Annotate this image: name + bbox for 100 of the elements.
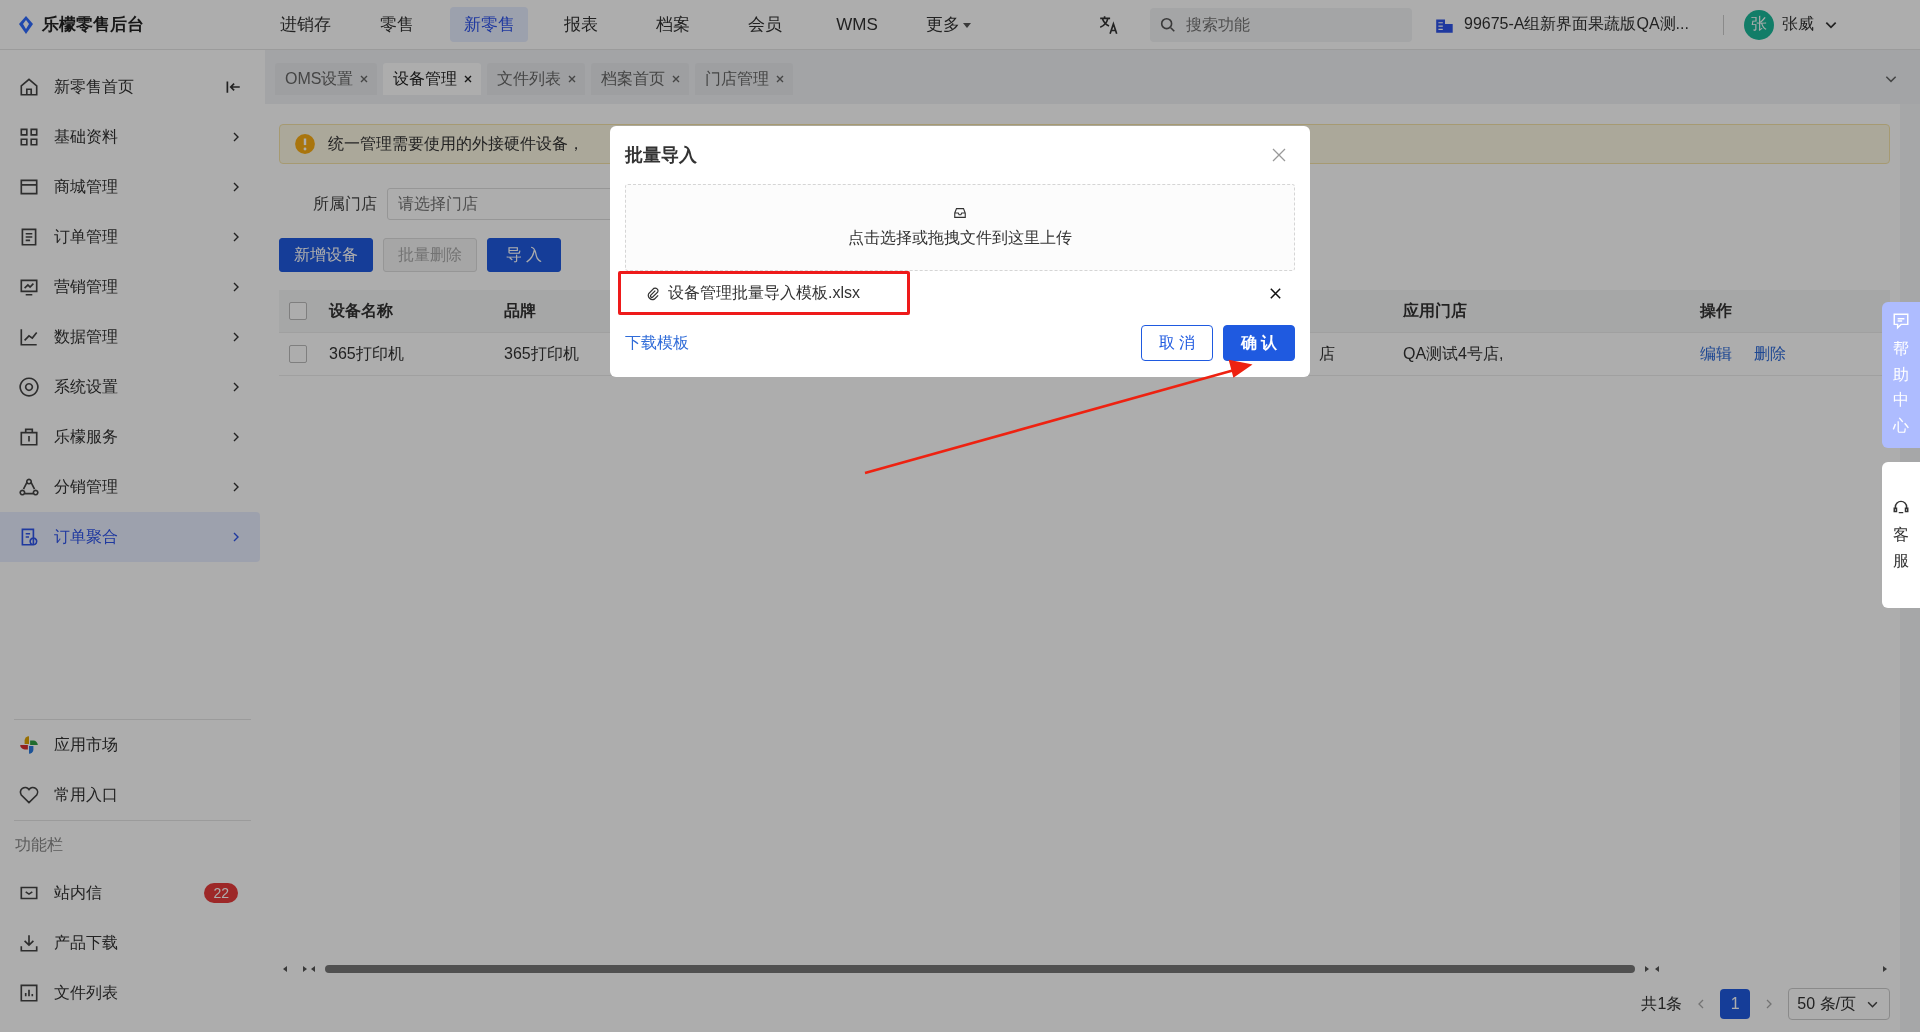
sidebar-item[interactable]: 新零售首页 <box>0 62 260 112</box>
house-icon <box>18 76 40 98</box>
table-cell: 店 <box>1319 344 1335 362</box>
grid-icon <box>18 126 40 148</box>
section-label: 功能栏 <box>14 835 64 855</box>
filter-label: 所属门店 <box>313 193 377 214</box>
sidebar-label: 数据管理 <box>54 326 119 347</box>
table-cell-text: QA测试4号店, <box>1402 343 1505 364</box>
dialog-title: 批量导入 <box>625 144 698 167</box>
logo-icon <box>16 14 36 35</box>
toolbar-button[interactable]: 新增设备 <box>279 238 373 272</box>
floating-tab[interactable]: 客服 <box>1882 462 1920 608</box>
sidebar-item[interactable]: 商城管理 <box>0 162 260 212</box>
store-name[interactable]: 99675-A组新界面果蔬版QA测... <box>1464 14 1689 35</box>
close-icon[interactable] <box>775 74 786 84</box>
sidebar-item[interactable]: 系统设置 <box>0 362 260 412</box>
sidebar-label: 分销管理 <box>54 476 119 497</box>
checkbox[interactable] <box>289 345 307 363</box>
bar-chart-icon <box>18 982 40 1004</box>
action-link[interactable]: 删除 <box>1754 343 1786 365</box>
sidebar-item[interactable]: 基础资料 <box>0 112 260 162</box>
page-number[interactable]: 1 <box>1720 989 1751 1019</box>
search-field[interactable]: 搜索功能 <box>1150 7 1412 42</box>
app-title: 乐檬零售后台 <box>42 14 144 36</box>
nav-item[interactable]: WMS <box>818 7 896 42</box>
sidebar-item[interactable]: 订单聚合 <box>0 512 260 562</box>
nav-item[interactable]: 进销存 <box>266 7 344 42</box>
tab-label: 门店管理 <box>705 68 770 89</box>
sidebar-item[interactable]: 文件列表 <box>0 968 260 1018</box>
dialog-button[interactable]: 取 消 <box>1141 325 1213 361</box>
total-count: 共1条 <box>1641 993 1683 1014</box>
sidebar-label: 订单聚合 <box>54 526 119 547</box>
page-tab[interactable]: 门店管理 <box>695 63 794 95</box>
nav-item[interactable]: 档案 <box>634 7 712 42</box>
floating-tab-label: 客服 <box>1893 525 1909 571</box>
action-link[interactable]: 编辑 <box>1700 343 1732 365</box>
nav-item[interactable]: 更多 <box>910 7 988 42</box>
settings-icon <box>18 376 40 398</box>
sidebar-label: 乐檬服务 <box>54 426 119 447</box>
collapse-icon[interactable] <box>224 78 242 96</box>
remove-icon[interactable] <box>1268 285 1283 301</box>
sidebar-label: 系统设置 <box>54 376 119 397</box>
close-icon[interactable] <box>567 74 578 84</box>
sidebar-item[interactable]: 订单管理 <box>0 212 260 262</box>
scrollbar-thumb[interactable] <box>325 965 1635 973</box>
tab-label: OMS设置 <box>285 68 354 89</box>
column-header: 操作 <box>1698 300 1733 321</box>
column-header: 应用门店 <box>1402 300 1468 321</box>
sidebar-label: 订单管理 <box>54 226 119 247</box>
checkbox[interactable] <box>289 302 307 320</box>
nav-item[interactable]: 会员 <box>726 7 804 42</box>
page-tab[interactable]: 档案首页 <box>591 63 690 95</box>
sidebar-item[interactable]: 乐檬服务 <box>0 412 260 462</box>
download-link[interactable]: 下载模板 <box>625 332 689 354</box>
floating-tab-label: 帮助中心 <box>1893 339 1909 436</box>
sidebar-item[interactable]: 营销管理 <box>0 262 260 312</box>
page-tab[interactable]: OMS设置 <box>275 63 378 95</box>
nav-item[interactable]: 零售 <box>358 7 436 42</box>
file-name: 设备管理批量导入模板.xlsx <box>668 282 860 303</box>
sidebar-item[interactable]: 数据管理 <box>0 312 260 362</box>
toolbar-button[interactable]: 导 入 <box>487 238 561 272</box>
translate-icon[interactable] <box>1098 13 1120 36</box>
sidebar-label: 站内信 <box>54 882 103 903</box>
pinwheel-icon <box>18 734 40 756</box>
chat-icon <box>1892 312 1910 330</box>
close-icon[interactable] <box>463 74 474 84</box>
nav-item[interactable]: 报表 <box>542 7 620 42</box>
tab-label: 档案首页 <box>601 68 666 89</box>
close-icon[interactable] <box>359 74 370 84</box>
page-tab[interactable]: 文件列表 <box>487 63 586 95</box>
page-tab[interactable]: 设备管理 <box>383 63 482 95</box>
close-icon[interactable] <box>671 74 682 84</box>
network-icon <box>18 476 40 498</box>
upload-area[interactable]: 点击选择或拖拽文件到这里上传 <box>625 184 1295 271</box>
sidebar-label: 应用市场 <box>54 734 119 755</box>
dialog-button[interactable]: 确 认 <box>1223 325 1295 361</box>
briefcase-icon <box>18 426 40 448</box>
sidebar-label: 文件列表 <box>54 982 119 1003</box>
sidebar-label: 商城管理 <box>54 176 119 197</box>
sidebar-item[interactable]: 产品下载 <box>0 918 260 968</box>
user-name[interactable]: 张威 <box>1781 14 1814 35</box>
tab-label: 文件列表 <box>497 68 562 89</box>
paperclip-icon <box>645 285 660 301</box>
sidebar-item[interactable]: 分销管理 <box>0 462 260 512</box>
sidebar-label: 基础资料 <box>54 126 119 147</box>
page-size-select[interactable]: 50 条/页 <box>1788 988 1890 1020</box>
search-icon <box>1159 15 1177 34</box>
sidebar-item[interactable]: 站内信 22 <box>0 868 260 918</box>
tab-label: 设备管理 <box>393 68 458 89</box>
sidebar-item[interactable]: 应用市场 <box>0 720 260 770</box>
column-header: 设备名称 <box>327 300 394 321</box>
count-badge: 22 <box>204 883 238 903</box>
sidebar-label: 营销管理 <box>54 276 119 297</box>
chart-icon <box>18 326 40 348</box>
heart-icon <box>18 784 40 806</box>
sidebar-label: 常用入口 <box>54 784 119 805</box>
inbox-icon <box>953 206 967 220</box>
sidebar-item[interactable]: 常用入口 <box>0 770 260 820</box>
nav-item[interactable]: 新零售 <box>450 7 528 42</box>
sidebar-label: 新零售首页 <box>54 76 135 97</box>
